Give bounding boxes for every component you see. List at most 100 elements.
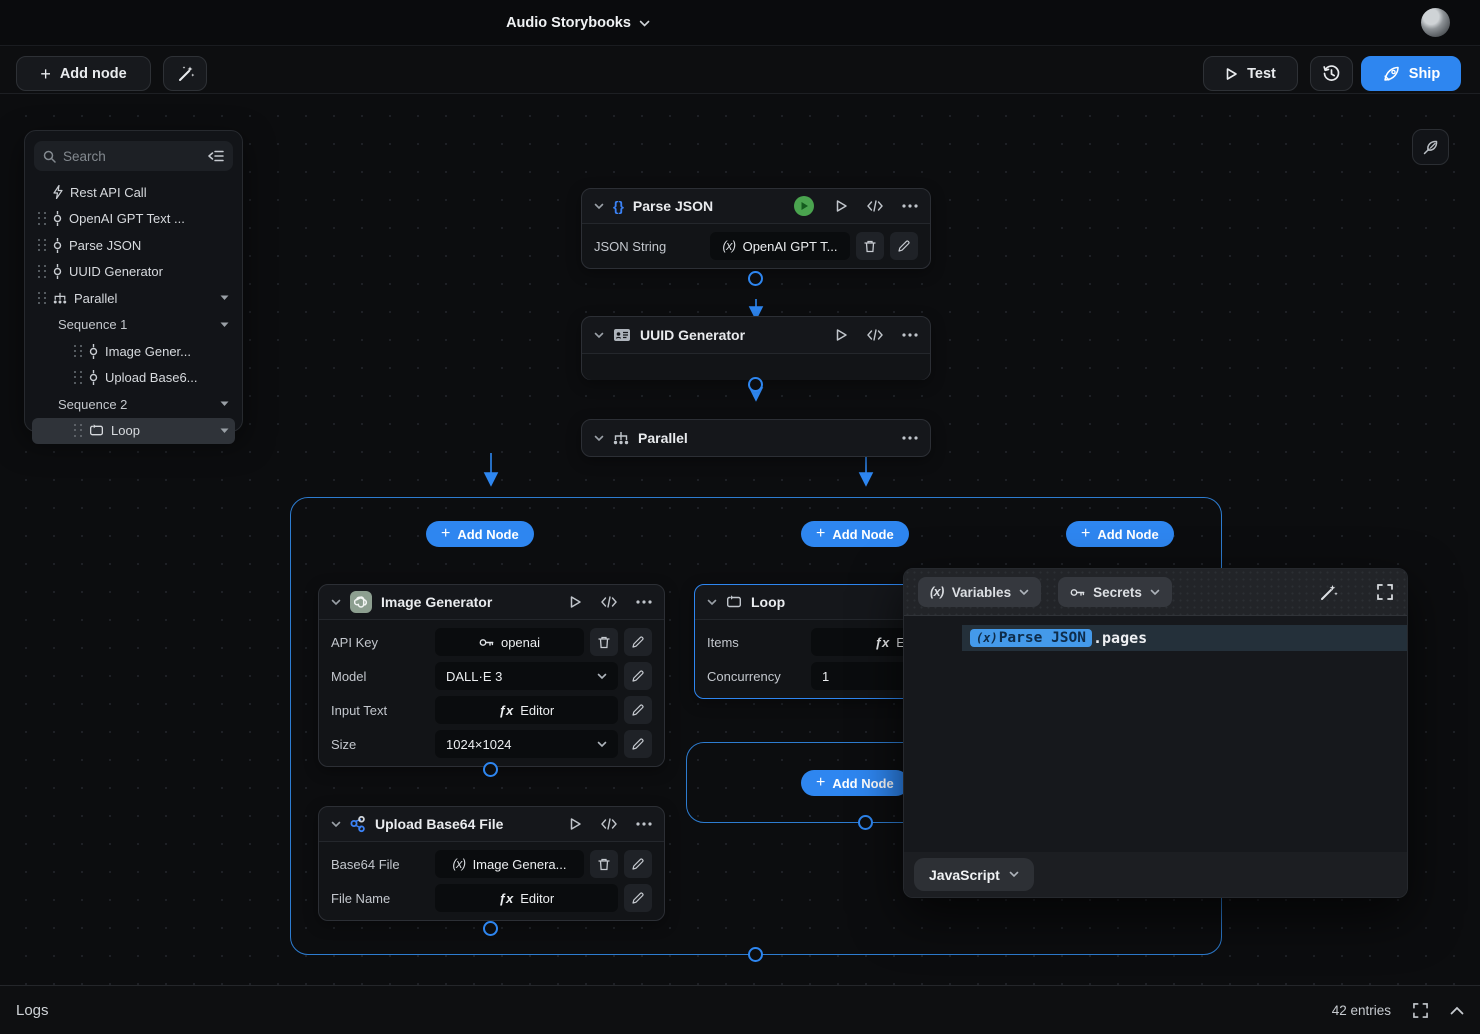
api-key-value-chip[interactable]: openai <box>435 628 584 656</box>
drag-handle-icon[interactable] <box>38 292 46 305</box>
sidebar-item-uuid-generator[interactable]: UUID Generator <box>32 259 235 286</box>
workflow-title-menu[interactable]: Audio Storybooks <box>506 0 650 46</box>
edit-value-button[interactable] <box>890 232 918 260</box>
collapse-chevron-icon[interactable] <box>331 599 341 606</box>
field-value: Editor <box>520 703 554 718</box>
edit-value-button[interactable] <box>624 850 652 878</box>
node-parallel[interactable]: Parallel <box>581 419 931 457</box>
collapse-chevron-icon[interactable] <box>594 435 604 442</box>
node-parse-json[interactable]: {} Parse JSON JSON String (x) OpenAI GPT… <box>581 188 931 269</box>
chevron-down-icon[interactable] <box>220 401 229 407</box>
test-button[interactable]: Test <box>1203 56 1298 91</box>
edit-value-button[interactable] <box>624 884 652 912</box>
chevron-down-icon[interactable] <box>220 428 229 434</box>
sidebar-item-parse-json[interactable]: Parse JSON <box>32 232 235 259</box>
code-current-line[interactable]: (x)Parse JSON .pages <box>962 625 1407 651</box>
sidebar-item-upload-base64[interactable]: Upload Base6... <box>32 365 235 392</box>
user-avatar[interactable] <box>1421 8 1450 37</box>
drag-handle-icon[interactable] <box>74 424 82 437</box>
sidebar-item-openai-gpt-text[interactable]: OpenAI GPT Text ... <box>32 206 235 233</box>
drag-handle-icon[interactable] <box>38 239 46 252</box>
sidebar-item-sequence-1[interactable]: Sequence 1 <box>32 312 235 339</box>
port-parallel-group-out[interactable] <box>748 947 763 962</box>
add-node-button-seq3[interactable]: + Add Node <box>1066 521 1174 547</box>
port-parse-json-out[interactable] <box>748 271 763 286</box>
node-upload-base64-file[interactable]: Upload Base64 File Base64 File (x) Image… <box>318 806 665 921</box>
ship-button[interactable]: Ship <box>1361 56 1461 91</box>
more-options-icon[interactable] <box>902 333 918 337</box>
more-options-icon[interactable] <box>902 436 918 440</box>
collapse-chevron-icon[interactable] <box>707 599 717 606</box>
run-node-icon[interactable] <box>835 199 848 213</box>
collapse-tree-icon[interactable] <box>208 150 224 162</box>
sidebar-item-loop[interactable]: Loop <box>32 418 235 445</box>
json-string-value-chip[interactable]: (x) OpenAI GPT T... <box>710 232 850 260</box>
sidebar-item-sequence-2[interactable]: Sequence 2 <box>32 391 235 418</box>
expand-panel-icon[interactable] <box>1377 584 1393 600</box>
model-select[interactable]: DALL·E 3 <box>435 662 618 690</box>
delete-value-button[interactable] <box>590 628 618 656</box>
chevron-down-icon[interactable] <box>220 322 229 328</box>
drag-handle-icon[interactable] <box>38 265 46 278</box>
log-entries-count: 42 entries <box>1332 1003 1391 1018</box>
sidebar-item-parallel[interactable]: Parallel <box>32 285 235 312</box>
ai-magic-icon[interactable] <box>1319 583 1338 602</box>
workflow-title: Audio Storybooks <box>506 15 631 31</box>
more-options-icon[interactable] <box>636 600 652 604</box>
history-button[interactable] <box>1310 56 1353 91</box>
sidebar-item-image-generator[interactable]: Image Gener... <box>32 338 235 365</box>
delete-value-button[interactable] <box>590 850 618 878</box>
logs-bar[interactable]: Logs 42 entries <box>0 985 1480 1034</box>
sidebar-item-rest-api-call[interactable]: Rest API Call <box>32 179 235 206</box>
add-node-button-loop-inner[interactable]: + Add Node <box>801 770 909 796</box>
add-node-button-seq2[interactable]: + Add Node <box>801 521 909 547</box>
drag-handle-icon[interactable] <box>74 345 82 358</box>
variable-icon: (x) <box>452 857 465 871</box>
expand-logs-icon[interactable] <box>1413 1003 1428 1018</box>
more-options-icon[interactable] <box>902 204 918 208</box>
code-view-icon[interactable] <box>867 329 883 341</box>
port-uuid-out[interactable] <box>748 377 763 392</box>
collapse-chevron-icon[interactable] <box>594 332 604 339</box>
port-upload-out[interactable] <box>483 921 498 936</box>
run-success-icon[interactable] <box>794 196 814 216</box>
annotate-button[interactable] <box>1412 129 1449 165</box>
port-loop-group-out[interactable] <box>858 815 873 830</box>
language-dropdown[interactable]: JavaScript <box>914 858 1034 891</box>
edit-value-button[interactable] <box>624 696 652 724</box>
chevron-down-icon[interactable] <box>220 295 229 301</box>
variables-dropdown[interactable]: (x) Variables <box>918 577 1041 607</box>
edit-value-button[interactable] <box>624 628 652 656</box>
code-view-icon[interactable] <box>867 200 883 212</box>
collapse-chevron-icon[interactable] <box>594 203 604 210</box>
run-node-icon[interactable] <box>569 595 582 609</box>
add-node-button[interactable]: + Add node <box>16 56 151 91</box>
ai-assist-button[interactable] <box>163 56 207 91</box>
drag-handle-icon[interactable] <box>38 212 46 225</box>
add-node-button-seq1[interactable]: + Add Node <box>426 521 534 547</box>
port-image-generator-out[interactable] <box>483 762 498 777</box>
search-input[interactable] <box>63 149 201 164</box>
variables-label: Variables <box>952 585 1011 600</box>
base64-file-value-chip[interactable]: (x) Image Genera... <box>435 850 584 878</box>
file-name-editor-chip[interactable]: ƒx Editor <box>435 884 618 912</box>
secrets-dropdown[interactable]: Secrets <box>1058 577 1172 607</box>
run-node-icon[interactable] <box>569 817 582 831</box>
size-select[interactable]: 1024×1024 <box>435 730 618 758</box>
edit-value-button[interactable] <box>624 662 652 690</box>
input-text-editor-chip[interactable]: ƒx Editor <box>435 696 618 724</box>
search-box[interactable] <box>34 141 233 171</box>
code-view-icon[interactable] <box>601 818 617 830</box>
node-image-generator[interactable]: Image Generator API Key openai Model <box>318 584 665 767</box>
parse-json-token-chip[interactable]: (x)Parse JSON <box>970 629 1092 647</box>
edit-value-button[interactable] <box>624 730 652 758</box>
collapse-chevron-icon[interactable] <box>331 821 341 828</box>
run-node-icon[interactable] <box>835 328 848 342</box>
more-options-icon[interactable] <box>636 822 652 826</box>
delete-value-button[interactable] <box>856 232 884 260</box>
code-view-icon[interactable] <box>601 596 617 608</box>
drag-handle-icon[interactable] <box>74 371 82 384</box>
collapse-logs-chevron-icon[interactable] <box>1450 1006 1464 1015</box>
node-uuid-generator[interactable]: UUID Generator <box>581 316 931 380</box>
code-editor[interactable]: (x)Parse JSON .pages <box>904 616 1407 852</box>
